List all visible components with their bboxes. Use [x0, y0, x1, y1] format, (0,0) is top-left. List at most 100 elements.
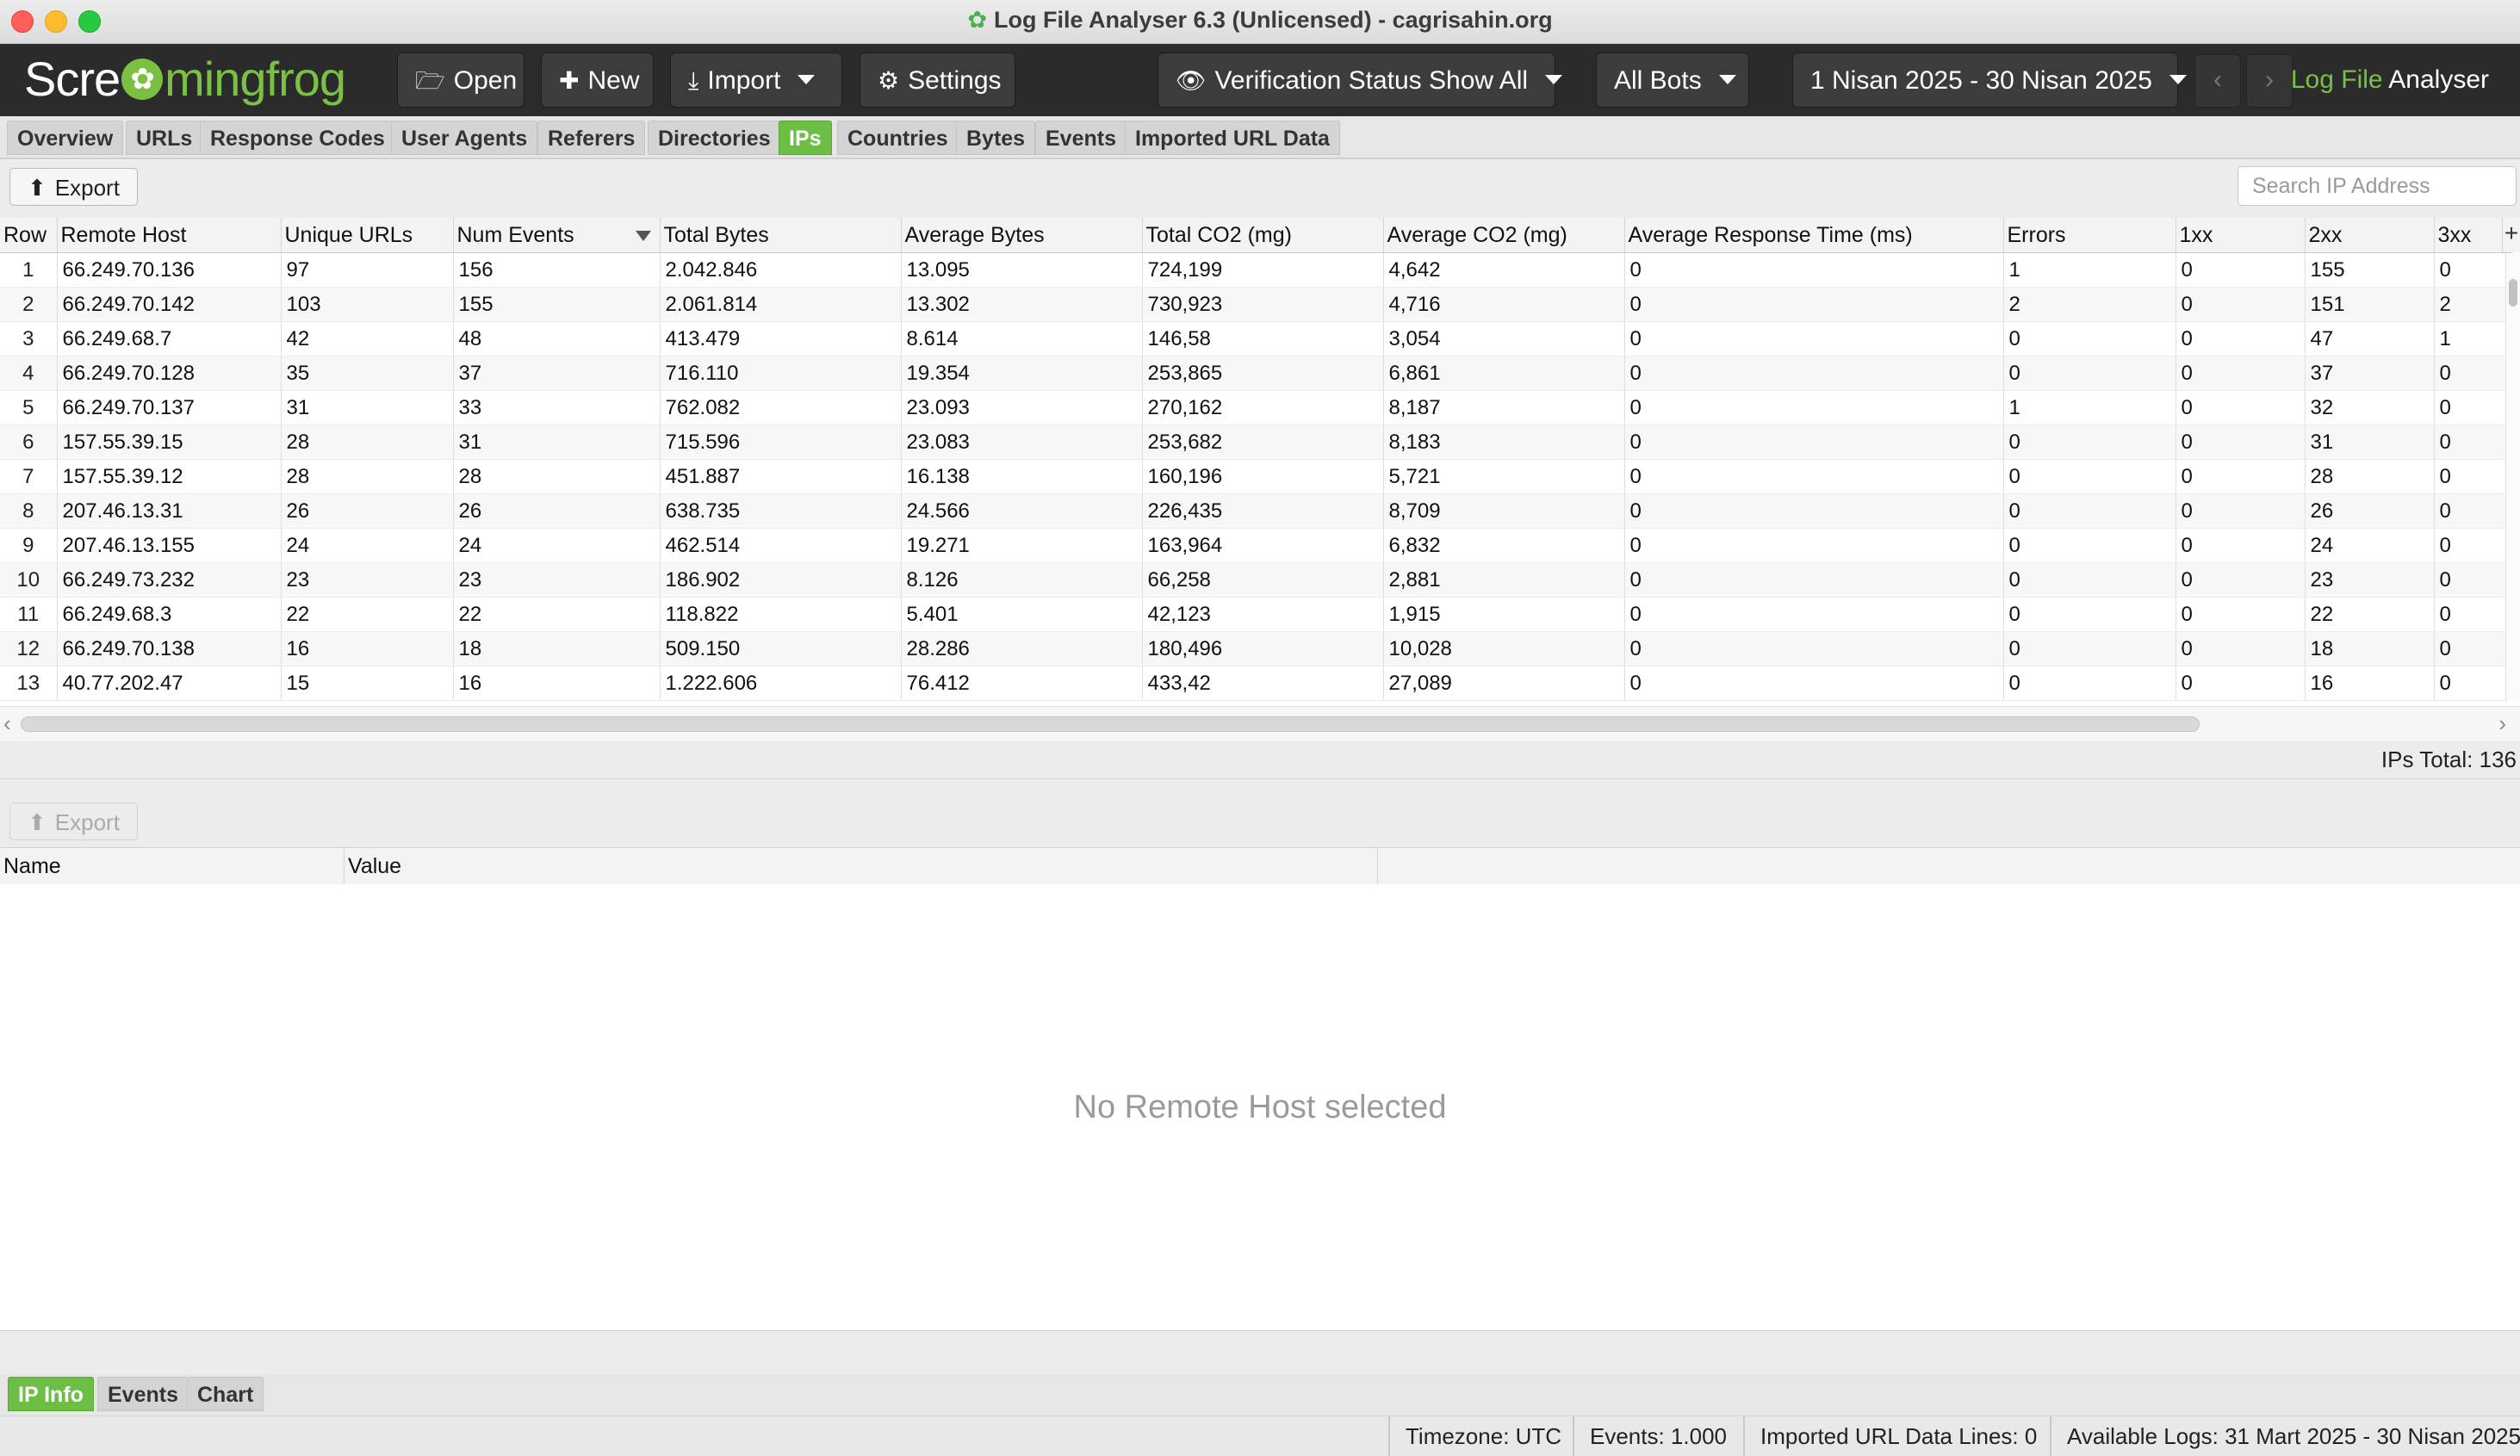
table-horizontal-scrollbar[interactable]: ‹ › [0, 706, 2520, 742]
tab-overview[interactable]: Overview [7, 121, 124, 155]
table-cell: 16 [2305, 666, 2435, 701]
table-cell: 37 [453, 356, 661, 391]
table-cell: 0 [2176, 666, 2306, 701]
tab-ip-info[interactable]: IP Info [8, 1377, 94, 1411]
tab-user-agents[interactable]: User Agents [391, 121, 538, 155]
table-cell: 0 [2003, 597, 2176, 632]
bots-dropdown[interactable]: All Bots [1596, 53, 1749, 108]
table-cell: 0 [1624, 666, 2004, 701]
column-header[interactable]: Total Bytes [660, 218, 902, 253]
column-header[interactable]: 2xx [2305, 218, 2435, 253]
column-header[interactable]: Average Bytes [901, 218, 1143, 253]
tab-imported-url-data[interactable]: Imported URL Data [1125, 121, 1340, 155]
table-cell: 0 [1624, 597, 2004, 632]
date-range-dropdown[interactable]: 1 Nisan 2025 - 30 Nisan 2025 [1792, 53, 2187, 108]
open-button[interactable]: 🗁 Open [397, 53, 524, 108]
table-row[interactable]: 6 157.55.39.15 28 31 715.596 23.083 253,682 8,1… [0, 424, 2512, 460]
search-ip-input[interactable] [2238, 166, 2517, 206]
table-cell: 28.286 [901, 631, 1143, 666]
tab-countries[interactable]: Countries [837, 121, 959, 155]
table-cell: 28 [453, 459, 661, 494]
table-cell: 207.46.13.31 [57, 493, 282, 529]
next-period-button[interactable]: › [2246, 54, 2293, 108]
column-header[interactable]: 3xx [2434, 218, 2512, 253]
table-cell: 730,923 [1142, 287, 1384, 322]
column-header-value[interactable]: Value [344, 848, 1378, 884]
column-header-label: Remote Host [60, 222, 187, 247]
table-cell: 0 [2176, 562, 2306, 598]
table-cell: 157.55.39.12 [57, 459, 282, 494]
import-dropdown[interactable]: ⤓ Import [670, 53, 842, 108]
previous-period-button[interactable]: ‹ [2194, 54, 2241, 108]
table-cell: 0 [2003, 666, 2176, 701]
export-button[interactable]: ⬆ Export [9, 168, 138, 206]
tab-urls[interactable]: URLs [126, 121, 203, 155]
add-column-button[interactable]: + [2502, 218, 2520, 252]
chevron-down-icon [1718, 74, 1736, 84]
vertical-scroll-thumb[interactable] [2509, 279, 2517, 307]
table-cell: 0 [2434, 459, 2512, 494]
column-header[interactable]: Average Response Time (ms) [1624, 218, 2004, 253]
table-row[interactable]: 2 66.249.70.142 103 155 2.061.814 13.302 730,9… [0, 287, 2512, 322]
tab-chart[interactable]: Chart [187, 1377, 264, 1411]
table-cell: 1 [2003, 390, 2176, 425]
column-header[interactable]: Remote Host [57, 218, 282, 253]
new-button[interactable]: ✚ New [541, 53, 654, 108]
table-cell: 0 [1624, 252, 2004, 288]
column-header[interactable]: Errors [2003, 218, 2176, 253]
export-button-label: Export [54, 175, 120, 201]
settings-button[interactable]: ⚙ Settings [860, 53, 1015, 108]
table-cell: 28 [281, 459, 454, 494]
table-row[interactable]: 1 66.249.70.136 97 156 2.042.846 13.095 724,19… [0, 252, 2512, 288]
table-cell: 66.249.70.142 [57, 287, 282, 322]
table-cell: 0 [2176, 287, 2306, 322]
tab-response-codes[interactable]: Response Codes [200, 121, 395, 155]
table-row[interactable]: 3 66.249.68.7 42 48 413.479 8.614 146,58 3,054 0… [0, 321, 2512, 356]
table-cell: 207.46.13.155 [57, 528, 282, 563]
table-cell: 0 [2176, 528, 2306, 563]
column-header[interactable]: Average CO2 (mg) [1383, 218, 1625, 253]
tab-bytes[interactable]: Bytes [956, 121, 1036, 155]
table-cell: 13.302 [901, 287, 1143, 322]
verification-status-dropdown[interactable]: 👁 Verification Status Show All [1158, 53, 1563, 108]
table-vertical-scrollbar[interactable] [2505, 253, 2520, 701]
table-cell: 0 [2003, 459, 2176, 494]
column-header[interactable]: Total CO2 (mg) [1142, 218, 1384, 253]
table-cell: 15 [281, 666, 454, 701]
table-row[interactable]: 4 66.249.70.128 35 37 716.110 19.354 253,865 6,… [0, 356, 2512, 391]
column-header[interactable]: Num Events [453, 218, 661, 253]
tab-ips[interactable]: IPs [779, 121, 832, 155]
tab-referers[interactable]: Referers [537, 121, 646, 155]
table-row[interactable]: 9 207.46.13.155 24 24 462.514 19.271 163,964 6,… [0, 528, 2512, 563]
table-cell: 6,861 [1383, 356, 1625, 391]
row-number: 4 [0, 356, 58, 391]
table-row[interactable]: 11 66.249.68.3 22 22 118.822 5.401 42,123 1,915… [0, 597, 2512, 632]
table-cell: 2.061.814 [660, 287, 902, 322]
tab-events[interactable]: Events [1035, 121, 1127, 155]
scroll-left-icon[interactable]: ‹ [3, 710, 11, 737]
scroll-right-icon[interactable]: › [2498, 710, 2506, 737]
table-cell: 762.082 [660, 390, 902, 425]
table-cell: 2,881 [1383, 562, 1625, 598]
column-header[interactable]: Unique URLs [281, 218, 454, 253]
table-cell: 2 [2003, 287, 2176, 322]
column-header[interactable]: Row [0, 218, 58, 253]
column-header-name[interactable]: Name [0, 848, 344, 884]
column-header-label: Average Response Time (ms) [1628, 222, 1913, 247]
column-header[interactable]: 1xx [2176, 218, 2306, 253]
table-row[interactable]: 12 66.249.70.138 16 18 509.150 28.286 180,496 1… [0, 631, 2512, 666]
table-row[interactable]: 13 40.77.202.47 15 16 1.222.606 76.412 433,42 2… [0, 666, 2512, 701]
table-cell: 66.249.70.136 [57, 252, 282, 288]
table-cell: 66.249.70.138 [57, 631, 282, 666]
detail-table-body: No Remote Host selected [0, 884, 2520, 1331]
table-row[interactable]: 5 66.249.70.137 31 33 762.082 23.093 270,162 8,… [0, 390, 2512, 425]
tab-detail-events[interactable]: Events [97, 1377, 189, 1411]
table-row[interactable]: 7 157.55.39.12 28 28 451.887 16.138 160,196 5,7… [0, 459, 2512, 494]
table-row[interactable]: 8 207.46.13.31 26 26 638.735 24.566 226,435 8,7… [0, 493, 2512, 529]
horizontal-scroll-thumb[interactable] [21, 716, 2200, 732]
table-cell: 22 [453, 597, 661, 632]
detail-export-button[interactable]: ⬆ Export [9, 802, 138, 840]
table-row[interactable]: 10 66.249.73.232 23 23 186.902 8.126 66,258 2,8… [0, 562, 2512, 598]
tab-directories[interactable]: Directories [648, 121, 781, 155]
status-events: Events: 1.000 [1573, 1416, 1727, 1456]
